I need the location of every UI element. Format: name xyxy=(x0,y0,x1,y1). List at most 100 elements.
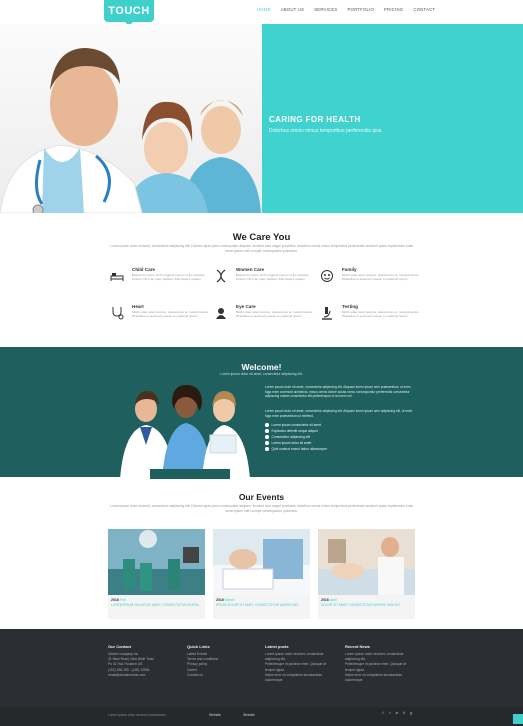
feature-desc: Backed by some of the biggest names in t… xyxy=(236,273,310,282)
nav-about[interactable]: ABOUT US xyxy=(276,7,310,12)
feature-women-care: Women Care Backed by some of the biggest… xyxy=(214,267,324,303)
feature-title: Child Care xyxy=(132,267,155,272)
footer-latest-posts: Latest posts Lorem ipsum dolor sit amet,… xyxy=(265,644,335,683)
instagram-icon[interactable]: in xyxy=(395,711,399,715)
feature-child-care: Child Care Backed by some of the biggest… xyxy=(110,267,220,303)
event-text[interactable]: DOLOR SIT AMET CONSECTETUR ADIPISC INSIG… xyxy=(321,603,412,607)
event-image xyxy=(108,529,205,595)
microscope-icon xyxy=(320,306,334,320)
family-icon xyxy=(320,269,334,283)
list-item-text: Lorem ipsum dolor sit amet xyxy=(271,441,312,445)
feature-heart: Heart Morbi vitae tortor tempus, placera… xyxy=(110,304,220,340)
welcome-subtitle: Lorem ipsum dolor sit amet, consectetur … xyxy=(220,372,303,376)
bed-icon xyxy=(110,269,124,283)
bullet-icon xyxy=(265,435,269,439)
care-lead: Lorem ipsum dolor sit amet, consectetur … xyxy=(110,244,413,253)
linkedin-icon[interactable]: li xyxy=(402,711,406,715)
events-lead: Lorem ipsum dolor sit amet, consectetur … xyxy=(110,504,413,513)
footer-news[interactable]: Lorem ipsum dolor sit amet, consectetur … xyxy=(345,652,415,662)
list-item-text: Quis nostrud exerci tation ullamcorper xyxy=(271,447,328,451)
event-date: 2016 Feb xyxy=(111,598,202,602)
twitter-icon[interactable]: t xyxy=(388,711,392,715)
doctor-icon xyxy=(214,306,228,320)
event-year: 2016 xyxy=(216,598,224,602)
event-card[interactable]: 2016 Feb LOREM IPSUM DOLOR SIT AMET, CON… xyxy=(108,529,205,619)
social-links: f t in li g xyxy=(381,711,413,715)
welcome-title: Welcome! xyxy=(241,362,282,372)
list-item-text: Consectetur adipiscing elit xyxy=(271,435,310,439)
feature-title: Heart xyxy=(132,304,144,309)
copyright-text: Lorem ipsum dolor sit amet consectetur xyxy=(108,713,166,717)
feature-testing: Testing Morbi vitae tortor tempus, place… xyxy=(320,304,430,340)
footer-email[interactable]: email@domainname.com xyxy=(108,673,178,678)
footer-news[interactable]: Pellentesque et pulvinar enim. Quisque a… xyxy=(345,662,415,672)
page: TOUCH HOME ABOUT US SERVICES PORTFOLIO P… xyxy=(0,0,523,726)
feature-desc: Backed by some of the biggest names in t… xyxy=(132,273,206,282)
footer-link[interactable]: Contact us xyxy=(187,673,257,678)
nav-contact[interactable]: CONTACT xyxy=(408,7,440,12)
event-month: April xyxy=(329,598,337,602)
events-title: Our Events xyxy=(238,492,285,502)
list-item: Quis nostrud exerci tation ullamcorper xyxy=(265,446,327,452)
footer-link-website-2[interactable]: Website xyxy=(243,713,255,717)
feature-desc: Morbi vitae tortor tempus, placerat leo … xyxy=(342,310,420,319)
welcome-paragraph-1: Lorem ipsum dolor sit amet, consectetur … xyxy=(265,385,411,399)
doctors-illustration xyxy=(0,48,261,213)
stethoscope-icon xyxy=(110,306,124,320)
footer-link-website-1[interactable]: Website xyxy=(209,713,221,717)
event-caption: 2016 April DOLOR SIT AMET CONSECTETUR AD… xyxy=(318,595,415,619)
list-item-text: Explicabo deleniti neque aliquid xyxy=(271,429,318,433)
event-month: Feb xyxy=(119,598,126,602)
facebook-icon[interactable]: f xyxy=(381,711,385,715)
event-text[interactable]: LOREM IPSUM DOLOR SIT AMET, CONSECTETUR … xyxy=(111,603,202,607)
bullet-icon xyxy=(265,447,269,451)
header: TOUCH HOME ABOUT US SERVICES PORTFOLIO P… xyxy=(0,0,523,26)
footer-post[interactable]: Lorem ipsum dolor sit amet, consectetur … xyxy=(265,652,335,662)
footer-heading: Our Contact xyxy=(108,644,132,649)
hero-subtitle: Dolorbus omnis minus temporibus perferen… xyxy=(269,128,382,134)
footer-contact: Our Contact Globex company Inc 21 Main R… xyxy=(108,644,178,678)
google-icon[interactable]: g xyxy=(409,711,413,715)
footer-heading: Quick Links xyxy=(187,644,210,649)
footer-heading: Recent News xyxy=(345,644,370,649)
nav-pricing[interactable]: PRICING xyxy=(379,7,408,12)
care-title: We Care You xyxy=(232,232,291,243)
feature-title: Family xyxy=(342,267,357,272)
nav-services[interactable]: SERVICES xyxy=(309,7,342,12)
event-card[interactable]: 2016 March IPSUM DOLOR SIT AMET, CONSECT… xyxy=(213,529,310,619)
footer-quick-links: Quick Links Latest Events Terms and cond… xyxy=(187,644,257,678)
footer-news[interactable]: Natus error sit voluptatem accusantium d… xyxy=(345,673,415,683)
event-card[interactable]: 2016 April DOLOR SIT AMET CONSECTETUR AD… xyxy=(318,529,415,619)
dna-icon xyxy=(214,269,228,283)
event-date: 2016 April xyxy=(321,598,412,602)
nav-home[interactable]: HOME xyxy=(252,7,276,12)
list-item-text: Lorem ipsum consectetur sit amet xyxy=(271,423,321,427)
event-caption: 2016 Feb LOREM IPSUM DOLOR SIT AMET, CON… xyxy=(108,595,205,619)
feature-title: Eye Care xyxy=(236,304,256,309)
event-year: 2016 xyxy=(111,598,119,602)
feature-family: Family Morbi vitae tortor tempus, placer… xyxy=(320,267,430,303)
hero-image xyxy=(0,24,262,213)
footer-heading: Latest posts xyxy=(265,644,289,649)
event-text[interactable]: IPSUM DOLOR SIT AMET, CONSECTETUR ADIPIS… xyxy=(216,603,307,607)
nav-portfolio[interactable]: PORTFOLIO xyxy=(342,7,379,12)
feature-desc: Morbi vitae tortor tempus, placerat leo … xyxy=(132,310,210,319)
logo[interactable]: TOUCH xyxy=(104,0,154,26)
feature-desc: Morbi vitae tortor tempus, placerat leo … xyxy=(236,310,314,319)
footer-post[interactable]: Natus error sit voluptatem accusantium d… xyxy=(265,673,335,683)
event-month: March xyxy=(224,598,235,602)
welcome-paragraph-2: Lorem ipsum dolor sit amet, consectetur … xyxy=(265,409,413,418)
event-image xyxy=(318,529,415,595)
medical-team-image xyxy=(120,385,250,479)
feature-eye-care: Eye Care Morbi vitae tortor tempus, plac… xyxy=(214,304,324,340)
footer-post[interactable]: Pellentesque et pulvinar enim. Quisque a… xyxy=(265,662,335,672)
hero-banner xyxy=(0,24,523,213)
feature-title: Women Care xyxy=(236,267,264,272)
welcome-list: Lorem ipsum consectetur sit amet Explica… xyxy=(265,422,327,452)
event-caption: 2016 March IPSUM DOLOR SIT AMET, CONSECT… xyxy=(213,595,310,619)
footer-recent-news: Recent News Lorem ipsum dolor sit amet, … xyxy=(345,644,415,683)
footer-bottom-bar xyxy=(0,707,523,726)
scroll-top-button[interactable] xyxy=(513,714,523,724)
event-image xyxy=(213,529,310,595)
hero-title: CARING FOR HEALTH xyxy=(269,115,361,124)
